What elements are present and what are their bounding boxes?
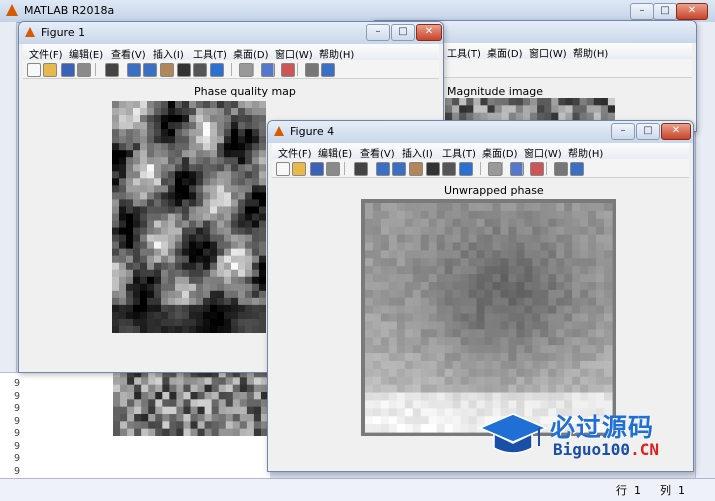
menu-tools[interactable]: 工具(T) <box>447 45 481 60</box>
rotate-icon[interactable] <box>426 162 440 176</box>
menu-help[interactable]: 帮助(H) <box>573 45 608 60</box>
figure-toolbar <box>272 159 689 178</box>
hide-plot-tools-icon[interactable] <box>554 162 568 176</box>
pointer-icon[interactable] <box>105 63 119 77</box>
hide-plot-tools-icon[interactable] <box>305 63 319 77</box>
menu-window[interactable]: 窗口(W) <box>529 45 567 60</box>
menu-window[interactable]: 窗口(W) <box>524 145 562 160</box>
data-cursor-icon[interactable] <box>193 63 207 77</box>
print-icon[interactable] <box>77 63 91 77</box>
show-plot-tools-icon[interactable] <box>570 162 584 176</box>
pan-icon[interactable] <box>409 162 423 176</box>
legend-icon[interactable] <box>530 162 544 176</box>
close-button[interactable]: ✕ <box>416 24 442 41</box>
axes-title: Unwrapped phase <box>444 184 544 197</box>
close-button[interactable]: ✕ <box>661 123 691 140</box>
minimize-button[interactable]: – <box>366 24 390 41</box>
menu-desktop[interactable]: 桌面(D) <box>487 45 523 60</box>
maximize-button[interactable]: □ <box>653 3 677 20</box>
menu-desktop[interactable]: 桌面(D) <box>233 46 269 61</box>
open-folder-icon[interactable] <box>292 162 306 176</box>
matlab-window-controls: – □ ✕ <box>630 3 710 20</box>
axes-title: Magnitude image <box>447 85 544 98</box>
menu-insert[interactable]: 插入(I) <box>402 145 433 160</box>
zoom-out-icon[interactable] <box>392 162 406 176</box>
figure-4-titlebar: Figure 4 – □ ✕ <box>268 121 693 143</box>
watermark-domain: Biguo100.CN <box>553 440 659 459</box>
graduation-cap-icon <box>478 410 548 463</box>
show-plot-tools-icon[interactable] <box>321 63 335 77</box>
save-icon[interactable] <box>61 63 75 77</box>
menu-edit[interactable]: 编辑(E) <box>69 46 103 61</box>
matlab-logo-icon <box>25 27 35 37</box>
maximize-button[interactable]: □ <box>636 123 660 140</box>
toolbar-separator <box>480 162 481 175</box>
toolbar-separator <box>502 162 503 175</box>
toolbar-separator <box>522 162 523 175</box>
watermark-text: 必过源码 <box>550 413 655 442</box>
figure-1-titlebar: Figure 1 – □ ✕ <box>19 22 443 44</box>
magnitude-image <box>445 98 615 120</box>
brush-icon[interactable] <box>459 162 473 176</box>
menu-file[interactable]: 文件(F) <box>29 46 63 61</box>
menu-file[interactable]: 文件(F) <box>278 145 312 160</box>
link-icon[interactable] <box>239 63 253 77</box>
maximize-button[interactable]: □ <box>391 24 415 41</box>
data-cursor-icon[interactable] <box>442 162 456 176</box>
menu-window[interactable]: 窗口(W) <box>275 46 313 61</box>
menu-tools[interactable]: 工具(T) <box>193 46 227 61</box>
matlab-logo-icon <box>274 126 284 136</box>
menubar: 文件(F) 编辑(E) 查看(V) 插入(I) 工具(T) 桌面(D) 窗口(W… <box>272 143 689 160</box>
right-side-panel <box>695 22 715 480</box>
axes-title: Phase quality map <box>194 85 296 98</box>
command-history: 99 99 99 99 <box>14 378 21 477</box>
zoom-in-icon[interactable] <box>376 162 390 176</box>
link-icon[interactable] <box>488 162 502 176</box>
phase-quality-image <box>112 101 266 333</box>
unwrapped-phase-image <box>361 199 616 436</box>
menu-help[interactable]: 帮助(H) <box>568 145 603 160</box>
menu-edit[interactable]: 编辑(E) <box>318 145 352 160</box>
matlab-window-title: MATLAB R2018a <box>24 4 115 17</box>
status-col: 列 1 <box>660 484 685 497</box>
zoom-in-icon[interactable] <box>127 63 141 77</box>
new-file-icon[interactable] <box>27 63 41 77</box>
rotate-icon[interactable] <box>177 63 191 77</box>
open-folder-icon[interactable] <box>43 63 57 77</box>
toolbar-separator <box>297 63 298 76</box>
pointer-icon[interactable] <box>354 162 368 176</box>
minimize-button[interactable]: – <box>611 123 635 140</box>
menu-help[interactable]: 帮助(H) <box>319 46 354 61</box>
toolbar-separator <box>253 63 254 76</box>
print-icon[interactable] <box>326 162 340 176</box>
close-button[interactable]: ✕ <box>676 3 708 20</box>
save-icon[interactable] <box>310 162 324 176</box>
toolbar-separator <box>273 63 274 76</box>
magnitude-image-lower <box>113 370 268 436</box>
figure-toolbar <box>23 60 439 79</box>
status-bar <box>0 478 715 501</box>
new-file-icon[interactable] <box>276 162 290 176</box>
toolbar-separator <box>95 63 96 76</box>
menu-view[interactable]: 查看(V) <box>360 145 395 160</box>
zoom-out-icon[interactable] <box>143 63 157 77</box>
menu-desktop[interactable]: 桌面(D) <box>482 145 518 160</box>
pan-icon[interactable] <box>160 63 174 77</box>
menubar: 文件(F) 编辑(E) 查看(V) 插入(I) 工具(T) 桌面(D) 窗口(W… <box>23 44 439 61</box>
status-row: 行 1 <box>616 484 641 497</box>
minimize-button[interactable]: – <box>630 3 654 20</box>
menu-insert[interactable]: 插入(I) <box>153 46 184 61</box>
toolbar-separator <box>546 162 547 175</box>
menu-view[interactable]: 查看(V) <box>111 46 146 61</box>
brush-icon[interactable] <box>210 63 224 77</box>
legend-icon[interactable] <box>281 63 295 77</box>
menu-tools[interactable]: 工具(T) <box>442 145 476 160</box>
toolbar-separator <box>344 162 345 175</box>
toolbar-separator <box>231 63 232 76</box>
matlab-logo-icon <box>6 4 18 16</box>
